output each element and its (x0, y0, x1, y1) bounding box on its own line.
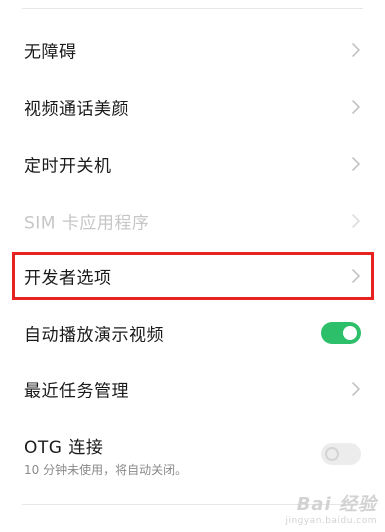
chevron-right-icon (351, 213, 361, 229)
settings-item-accessibility[interactable]: 无障碍 (0, 22, 385, 78)
settings-item-label: 自动播放演示视频 (24, 325, 164, 346)
chevron-right-icon (351, 381, 361, 397)
settings-item-autoplay-demo-video: 自动播放演示视频 (0, 305, 385, 361)
autoplay-demo-toggle[interactable] (321, 322, 361, 344)
settings-item-recent-tasks[interactable]: 最近任务管理 (0, 361, 385, 417)
settings-item-label: 最近任务管理 (24, 381, 129, 402)
settings-item-video-call-beauty[interactable]: 视频通话美颜 (0, 79, 385, 135)
settings-item-label: OTG 连接 (24, 438, 104, 458)
baidu-jingyan-watermark: Bai 经验 jingyan.baidu.com (285, 493, 377, 526)
otg-toggle[interactable] (321, 443, 361, 465)
settings-item-developer-options[interactable]: 开发者选项 (0, 248, 385, 304)
settings-item-label: 视频通话美颜 (24, 99, 129, 120)
settings-item-label: SIM 卡应用程序 (24, 213, 150, 234)
settings-item-scheduled-power[interactable]: 定时开关机 (0, 136, 385, 192)
settings-item-otg: OTG 连接 10 分钟未使用，将自动关闭。 (0, 427, 385, 481)
settings-item-label: 定时开关机 (24, 156, 112, 177)
chevron-right-icon (351, 268, 361, 284)
settings-item-label: 无障碍 (24, 42, 77, 63)
chevron-right-icon (351, 42, 361, 58)
watermark-url: jingyan.baidu.com (285, 515, 377, 526)
toggle-knob (325, 447, 339, 461)
watermark-logo: Bai 经验 (296, 493, 377, 515)
chevron-right-icon (351, 156, 361, 172)
chevron-right-icon (351, 99, 361, 115)
settings-item-sim-apps: SIM 卡应用程序 (0, 193, 385, 249)
settings-item-label: 开发者选项 (24, 268, 112, 289)
toggle-knob (343, 326, 357, 340)
settings-item-subtitle: 10 分钟未使用，将自动关闭。 (24, 463, 188, 477)
top-divider (22, 8, 363, 9)
